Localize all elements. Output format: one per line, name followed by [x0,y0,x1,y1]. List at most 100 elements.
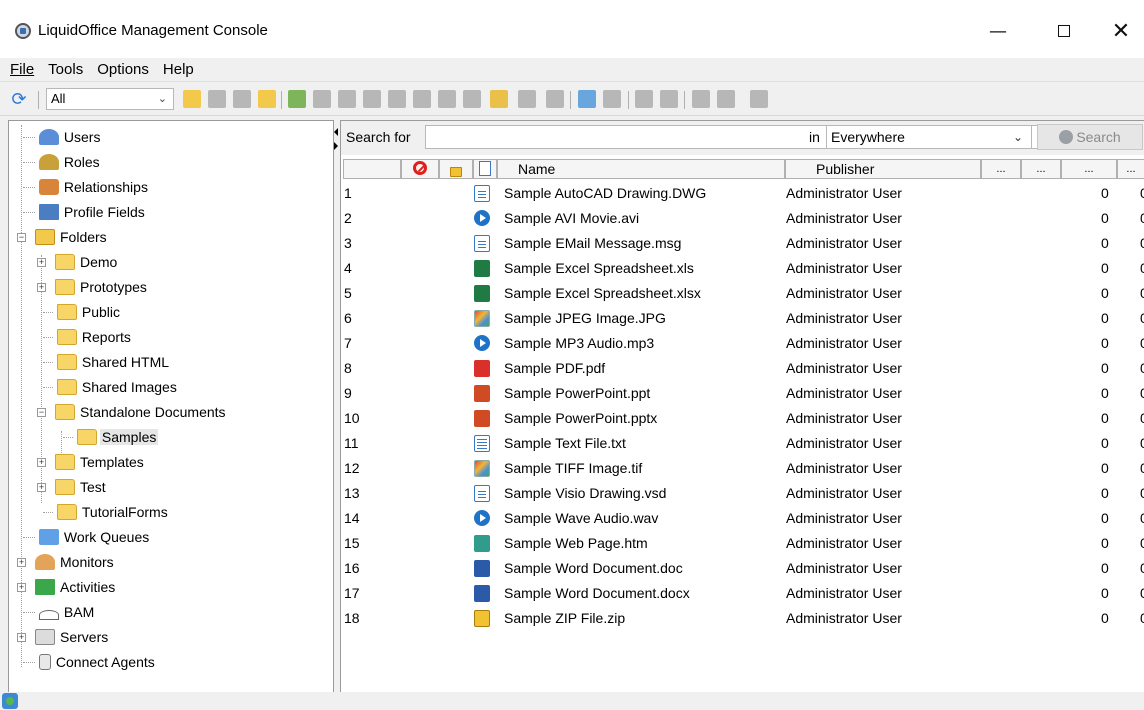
expand-monitors-button[interactable]: + [17,558,26,567]
scope-select[interactable]: Everywhere ⌄ [826,125,1032,149]
file-name: Sample Word Document.docx [504,585,690,601]
rename-folder-icon[interactable] [208,90,226,108]
column-header-5[interactable]: ... [1061,159,1117,179]
collapse-left-icon[interactable] [334,128,338,136]
menu-file[interactable]: File [8,61,36,78]
menu-help[interactable]: Help [161,61,196,78]
tree-item-roles[interactable]: Roles [23,150,102,174]
filter-select[interactable]: All ⌄ [46,88,174,110]
locked-column-header[interactable] [439,159,473,179]
close-button[interactable]: ✕ [1098,14,1144,48]
tree-item-public[interactable]: Public [43,300,122,324]
publisher-column-header[interactable]: Publisher [785,159,981,179]
tree-item-standalone-documents[interactable]: Standalone Documents [55,400,228,424]
tree-item-test[interactable]: Test [55,475,108,499]
history-icon[interactable] [750,90,768,108]
tree-item-prototypes[interactable]: Prototypes [55,275,149,299]
delete-folder-icon[interactable] [233,90,251,108]
table-row[interactable]: 8 Sample PDF.pdf Administrator User 0 0 [341,356,1144,381]
table-row[interactable]: 3 Sample EMail Message.msg Administrator U… [341,231,1144,256]
table-row[interactable]: 6 Sample JPEG Image.JPG Administrator User… [341,306,1144,331]
menu-options[interactable]: Options [95,61,151,78]
table-row[interactable]: 14 Sample Wave Audio.wav Administrator Use… [341,506,1144,531]
tree-item-demo[interactable]: Demo [55,250,119,274]
table-row[interactable]: 5 Sample Excel Spreadsheet.xlsx Administra… [341,281,1144,306]
count-value: 0 [1101,235,1109,251]
delete-document-icon[interactable] [388,90,406,108]
wand-icon[interactable] [490,90,508,108]
document-grid: 1 Sample AutoCAD Drawing.DWG Administrator… [341,181,1144,695]
row-number: 15 [344,535,360,551]
type-column-header[interactable] [473,159,497,179]
tree-item-monitors[interactable]: Monitors [35,550,116,574]
lock-document-icon[interactable] [438,90,456,108]
settings-icon[interactable] [546,90,564,108]
add-document-icon[interactable] [288,90,306,108]
maximize-button[interactable] [1041,14,1087,48]
table-row[interactable]: 18 Sample ZIP File.zip Administrator User 0… [341,606,1144,631]
publish-icon[interactable] [578,90,596,108]
table-row[interactable]: 9 Sample PowerPoint.ppt Administrator User… [341,381,1144,406]
row-number-header[interactable] [343,159,401,179]
tree-item-bam[interactable]: BAM [23,600,96,624]
preview-icon[interactable] [518,90,536,108]
edit-document-icon[interactable] [313,90,331,108]
tree-item-profile-fields[interactable]: Profile Fields [23,200,147,224]
unlock-document-icon[interactable] [463,90,481,108]
collapse-standalone-button[interactable]: − [37,408,46,417]
expand-prototypes-button[interactable]: + [37,283,46,292]
tree-item-work-queues[interactable]: Work Queues [23,525,151,549]
table-row[interactable]: 2 Sample AVI Movie.avi Administrator User 0… [341,206,1144,231]
expand-test-button[interactable]: + [37,483,46,492]
tree-item-reports[interactable]: Reports [43,325,133,349]
move-document-icon[interactable] [363,90,381,108]
tree-item-shared-images[interactable]: Shared Images [43,375,179,399]
column-header-6[interactable]: ... [1117,159,1144,179]
table-row[interactable]: 16 Sample Word Document.doc Administrator … [341,556,1144,581]
expand-activities-button[interactable]: + [17,583,26,592]
expand-templates-button[interactable]: + [37,458,46,467]
table-row[interactable]: 10 Sample PowerPoint.pptx Administrator Us… [341,406,1144,431]
table-row[interactable]: 15 Sample Web Page.htm Administrator User 0… [341,531,1144,556]
table-row[interactable]: 11 Sample Text File.txt Administrator User… [341,431,1144,456]
collapse-right-icon[interactable] [334,142,338,150]
search-button[interactable]: Search [1037,124,1143,150]
table-row[interactable]: 7 Sample MP3 Audio.mp3 Administrator User 0… [341,331,1144,356]
name-column-header[interactable]: Name [497,159,785,179]
table-row[interactable]: 13 Sample Visio Drawing.vsd Administrator … [341,481,1144,506]
tree-item-relationships[interactable]: Relationships [23,175,150,199]
tree-item-activities[interactable]: Activities [35,575,117,599]
export-icon[interactable] [692,90,710,108]
expand-servers-button[interactable]: + [17,633,26,642]
menu-tools[interactable]: Tools [46,61,85,78]
expand-demo-button[interactable]: + [37,258,46,267]
checkin-icon[interactable] [660,90,678,108]
tree-item-servers[interactable]: Servers [35,625,110,649]
refresh-icon[interactable]: ⟳ [9,90,29,110]
tree-item-folders[interactable]: Folders [35,225,109,249]
blocked-column-header[interactable] [401,159,439,179]
tree-item-connect-agents[interactable]: Connect Agents [23,650,157,674]
republish-icon[interactable] [603,90,621,108]
tree-item-tutorialforms[interactable]: TutorialForms [43,500,170,524]
tree-item-shared-html[interactable]: Shared HTML [43,350,171,374]
column-header-4[interactable]: ... [1021,159,1061,179]
new-folder-icon[interactable] [183,90,201,108]
column-header-3[interactable]: ... [981,159,1021,179]
document-properties-icon[interactable] [413,90,431,108]
tree-item-users[interactable]: Users [23,125,102,149]
folder-properties-icon[interactable] [258,90,276,108]
minimize-button[interactable]: — [975,14,1021,48]
table-row[interactable]: 4 Sample Excel Spreadsheet.xls Administrat… [341,256,1144,281]
import-icon[interactable] [717,90,735,108]
table-row[interactable]: 17 Sample Word Document.docx Administrator… [341,581,1144,606]
checkout-icon[interactable] [635,90,653,108]
table-row[interactable]: 1 Sample AutoCAD Drawing.DWG Administrator… [341,181,1144,206]
copy-document-icon[interactable] [338,90,356,108]
file-type-word-icon [474,585,490,602]
tree-item-templates[interactable]: Templates [55,450,146,474]
tree-item-samples[interactable]: Samples [63,425,159,449]
collapse-folders-button[interactable]: − [17,233,26,242]
table-row[interactable]: 12 Sample TIFF Image.tif Administrator Use… [341,456,1144,481]
tree-item-label: Shared Images [81,379,177,395]
